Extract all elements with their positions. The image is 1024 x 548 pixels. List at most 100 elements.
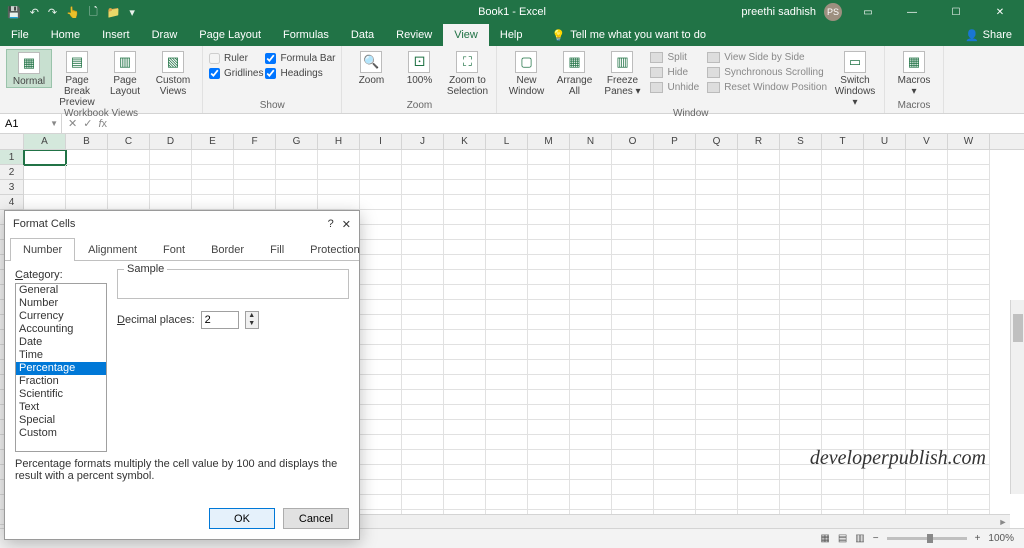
cell-V15[interactable] bbox=[906, 360, 948, 375]
zoom-in-icon[interactable]: + bbox=[975, 533, 981, 544]
cell-N6[interactable] bbox=[570, 225, 612, 240]
cell-M18[interactable] bbox=[528, 405, 570, 420]
cell-D3[interactable] bbox=[150, 180, 192, 195]
cell-U23[interactable] bbox=[864, 480, 906, 495]
cell-M17[interactable] bbox=[528, 390, 570, 405]
cell-T17[interactable] bbox=[822, 390, 864, 405]
dialog-tab-number[interactable]: Number bbox=[10, 238, 75, 261]
cell-L5[interactable] bbox=[486, 210, 528, 225]
cell-B4[interactable] bbox=[66, 195, 108, 210]
cell-N21[interactable] bbox=[570, 450, 612, 465]
cell-W24[interactable] bbox=[948, 495, 990, 510]
cell-I14[interactable] bbox=[360, 345, 402, 360]
cell-I21[interactable] bbox=[360, 450, 402, 465]
cell-P19[interactable] bbox=[654, 420, 696, 435]
cell-J2[interactable] bbox=[402, 165, 444, 180]
category-item-date[interactable]: Date bbox=[16, 336, 106, 349]
cell-M10[interactable] bbox=[528, 285, 570, 300]
cell-R5[interactable] bbox=[738, 210, 780, 225]
maximize-icon[interactable]: ☐ bbox=[938, 0, 974, 24]
column-header-Q[interactable]: Q bbox=[696, 134, 738, 149]
open-file-icon[interactable]: 📁 bbox=[107, 6, 121, 19]
cell-R16[interactable] bbox=[738, 375, 780, 390]
cell-O11[interactable] bbox=[612, 300, 654, 315]
cell-T5[interactable] bbox=[822, 210, 864, 225]
cell-O4[interactable] bbox=[612, 195, 654, 210]
cell-N14[interactable] bbox=[570, 345, 612, 360]
cell-U4[interactable] bbox=[864, 195, 906, 210]
cell-N24[interactable] bbox=[570, 495, 612, 510]
decimal-spinner[interactable]: ▲ ▼ bbox=[245, 311, 259, 329]
cell-K14[interactable] bbox=[444, 345, 486, 360]
cell-S2[interactable] bbox=[780, 165, 822, 180]
cell-M2[interactable] bbox=[528, 165, 570, 180]
cell-U9[interactable] bbox=[864, 270, 906, 285]
cell-I16[interactable] bbox=[360, 375, 402, 390]
cell-O20[interactable] bbox=[612, 435, 654, 450]
cell-W5[interactable] bbox=[948, 210, 990, 225]
cell-U11[interactable] bbox=[864, 300, 906, 315]
cell-S4[interactable] bbox=[780, 195, 822, 210]
cell-J13[interactable] bbox=[402, 330, 444, 345]
tab-page-layout[interactable]: Page Layout bbox=[188, 24, 272, 46]
cell-T18[interactable] bbox=[822, 405, 864, 420]
tab-draw[interactable]: Draw bbox=[141, 24, 189, 46]
cell-S3[interactable] bbox=[780, 180, 822, 195]
cell-Q5[interactable] bbox=[696, 210, 738, 225]
cell-V13[interactable] bbox=[906, 330, 948, 345]
cell-P17[interactable] bbox=[654, 390, 696, 405]
cell-N19[interactable] bbox=[570, 420, 612, 435]
zoom-level[interactable]: 100% bbox=[988, 533, 1014, 544]
cell-O1[interactable] bbox=[612, 150, 654, 165]
cell-R15[interactable] bbox=[738, 360, 780, 375]
cell-D4[interactable] bbox=[150, 195, 192, 210]
cell-V16[interactable] bbox=[906, 375, 948, 390]
cell-N18[interactable] bbox=[570, 405, 612, 420]
cell-W23[interactable] bbox=[948, 480, 990, 495]
cell-S22[interactable] bbox=[780, 465, 822, 480]
cell-N16[interactable] bbox=[570, 375, 612, 390]
cell-R14[interactable] bbox=[738, 345, 780, 360]
gridlines-checkbox[interactable]: Gridlines bbox=[209, 68, 263, 79]
cell-O6[interactable] bbox=[612, 225, 654, 240]
cell-O23[interactable] bbox=[612, 480, 654, 495]
cell-O13[interactable] bbox=[612, 330, 654, 345]
dialog-tab-alignment[interactable]: Alignment bbox=[75, 238, 150, 261]
cell-G1[interactable] bbox=[276, 150, 318, 165]
cell-Q8[interactable] bbox=[696, 255, 738, 270]
cell-G2[interactable] bbox=[276, 165, 318, 180]
cell-Q2[interactable] bbox=[696, 165, 738, 180]
cell-K18[interactable] bbox=[444, 405, 486, 420]
cell-Q20[interactable] bbox=[696, 435, 738, 450]
cell-P6[interactable] bbox=[654, 225, 696, 240]
cell-J16[interactable] bbox=[402, 375, 444, 390]
cell-P23[interactable] bbox=[654, 480, 696, 495]
new-window-button[interactable]: ▢New Window bbox=[503, 49, 549, 97]
column-header-I[interactable]: I bbox=[360, 134, 402, 149]
cell-C3[interactable] bbox=[108, 180, 150, 195]
cell-U10[interactable] bbox=[864, 285, 906, 300]
cell-P24[interactable] bbox=[654, 495, 696, 510]
cell-S5[interactable] bbox=[780, 210, 822, 225]
cell-N11[interactable] bbox=[570, 300, 612, 315]
cell-S11[interactable] bbox=[780, 300, 822, 315]
dialog-tab-fill[interactable]: Fill bbox=[257, 238, 297, 261]
cell-K21[interactable] bbox=[444, 450, 486, 465]
cell-U22[interactable] bbox=[864, 465, 906, 480]
cell-U1[interactable] bbox=[864, 150, 906, 165]
cell-A3[interactable] bbox=[24, 180, 66, 195]
cell-I9[interactable] bbox=[360, 270, 402, 285]
cell-W20[interactable] bbox=[948, 435, 990, 450]
cell-K5[interactable] bbox=[444, 210, 486, 225]
view-page-layout-icon[interactable]: ▤ bbox=[838, 533, 847, 544]
cell-V14[interactable] bbox=[906, 345, 948, 360]
cell-J17[interactable] bbox=[402, 390, 444, 405]
cell-H3[interactable] bbox=[318, 180, 360, 195]
cell-L14[interactable] bbox=[486, 345, 528, 360]
ok-button[interactable]: OK bbox=[209, 508, 275, 529]
cell-G3[interactable] bbox=[276, 180, 318, 195]
cell-S14[interactable] bbox=[780, 345, 822, 360]
cell-V6[interactable] bbox=[906, 225, 948, 240]
cell-Q19[interactable] bbox=[696, 420, 738, 435]
cell-K23[interactable] bbox=[444, 480, 486, 495]
